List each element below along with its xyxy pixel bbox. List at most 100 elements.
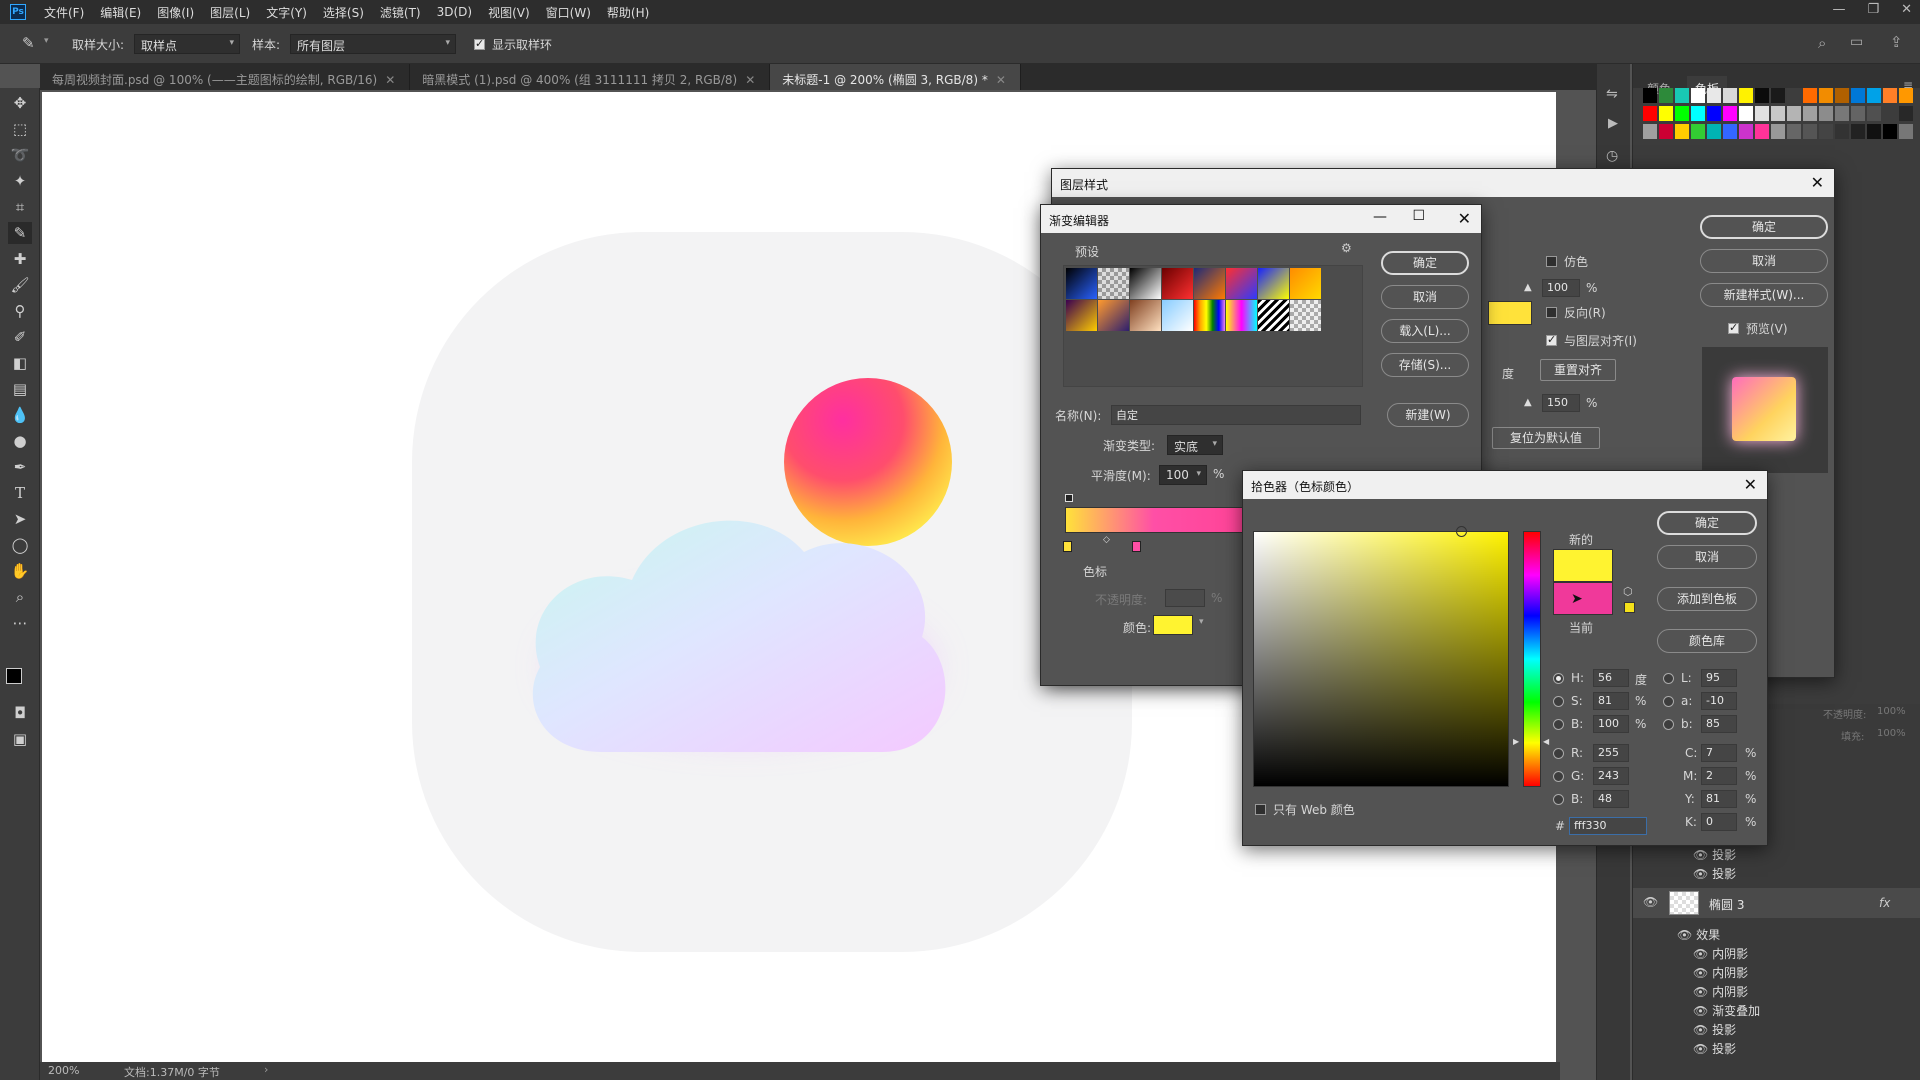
radio-s[interactable] — [1553, 696, 1564, 707]
radio-r[interactable] — [1553, 748, 1564, 759]
sample-select[interactable]: 所有图层 ▾ — [290, 34, 456, 54]
save-button[interactable]: 存储(S)... — [1381, 353, 1469, 377]
more-tools-icon[interactable]: ⋯ — [8, 612, 32, 634]
brush-tool-icon[interactable]: 🖌 — [8, 274, 32, 296]
swatch[interactable] — [1691, 88, 1705, 103]
minimize-icon[interactable]: — — [1373, 209, 1387, 225]
swatch[interactable] — [1755, 88, 1769, 103]
swatch[interactable] — [1899, 88, 1913, 103]
swatch[interactable] — [1707, 88, 1721, 103]
gradient-preset[interactable] — [1162, 300, 1193, 331]
swatch[interactable] — [1819, 106, 1833, 121]
swatch[interactable] — [1723, 124, 1737, 139]
fill-value[interactable]: 100% — [1877, 728, 1906, 739]
swatch[interactable] — [1739, 106, 1753, 121]
gear-icon[interactable]: ⚙ — [1341, 241, 1352, 255]
swatch[interactable] — [1883, 106, 1897, 121]
history-brush-icon[interactable]: ✐ — [8, 326, 32, 348]
swatch[interactable] — [1643, 88, 1657, 103]
quick-mask-icon[interactable]: ◘ — [8, 702, 32, 724]
menu-help[interactable]: 帮助(H) — [599, 4, 657, 21]
swatch[interactable] — [1691, 124, 1705, 139]
reset-align-button[interactable]: 重置对齐 — [1540, 359, 1616, 381]
share-icon[interactable]: ⇪ — [1890, 33, 1903, 51]
chevron-down-icon[interactable]: ▾ — [1199, 617, 1204, 627]
swatch[interactable] — [1787, 124, 1801, 139]
menu-file[interactable]: 文件(F) — [36, 4, 92, 21]
add-to-swatches-button[interactable]: 添加到色板 — [1657, 587, 1757, 611]
swatch[interactable] — [1739, 88, 1753, 103]
hue-slider[interactable] — [1523, 531, 1541, 787]
blur-tool-icon[interactable]: 💧 — [8, 404, 32, 426]
swatch[interactable] — [1739, 124, 1753, 139]
gradient-preset[interactable] — [1066, 300, 1097, 331]
menu-window[interactable]: 窗口(W) — [538, 4, 599, 21]
close-icon[interactable]: ✕ — [996, 73, 1006, 87]
fx-icon[interactable]: fx — [1879, 896, 1890, 910]
screen-mode-icon[interactable]: ▣ — [8, 728, 32, 750]
swatch[interactable] — [1707, 106, 1721, 121]
swatch[interactable] — [1819, 88, 1833, 103]
hue-arrow-left-icon[interactable]: ▶ — [1513, 737, 1519, 746]
gradient-preset[interactable] — [1226, 268, 1257, 299]
radio-g[interactable] — [1553, 771, 1564, 782]
load-button[interactable]: 载入(L)... — [1381, 319, 1469, 343]
gradient-tool-icon[interactable]: ▤ — [8, 378, 32, 400]
current-color-swatch[interactable] — [1553, 582, 1613, 615]
swatch[interactable] — [1803, 124, 1817, 139]
swatch[interactable] — [1851, 106, 1865, 121]
gradient-preset[interactable] — [1130, 300, 1161, 331]
workspace-icon[interactable]: ▭ — [1850, 34, 1863, 50]
gradient-preset[interactable] — [1226, 300, 1257, 331]
name-field[interactable]: 自定 — [1111, 405, 1361, 425]
swatch[interactable] — [1675, 106, 1689, 121]
hue-arrow-right-icon[interactable]: ◀ — [1543, 737, 1549, 746]
eyedropper-tool-icon[interactable]: ✎ — [22, 34, 35, 52]
midpoint-diamond-icon[interactable]: ◇ — [1103, 535, 1110, 545]
actions-play-icon[interactable]: ▶ — [1608, 116, 1618, 131]
menu-3d[interactable]: 3D(D) — [429, 5, 480, 19]
swatch[interactable] — [1851, 88, 1865, 103]
swatch[interactable] — [1867, 106, 1881, 121]
foreground-color-swatch[interactable] — [6, 668, 22, 684]
tab-document-3[interactable]: 未标题-1 @ 200% (椭圆 3, RGB/8) * ✕ — [770, 64, 1021, 90]
swatch[interactable] — [1659, 124, 1673, 139]
swatch[interactable] — [1803, 106, 1817, 121]
minimize-icon[interactable]: — — [1832, 2, 1845, 17]
clock-icon[interactable]: ◷ — [1606, 148, 1618, 164]
stamp-tool-icon[interactable]: ⚲ — [8, 300, 32, 322]
gradient-preset[interactable] — [1098, 300, 1129, 331]
color-libraries-button[interactable]: 颜色库 — [1657, 629, 1757, 653]
ellipse-tool-icon[interactable]: ◯ — [8, 534, 32, 556]
menu-select[interactable]: 选择(S) — [315, 4, 372, 21]
swatch[interactable] — [1723, 88, 1737, 103]
layer-row-ellipse-3[interactable]: 👁 椭圆 3 fx — [1633, 888, 1920, 918]
cancel-button[interactable]: 取消 — [1381, 285, 1469, 309]
eyedropper-tool-icon[interactable]: ✎ — [8, 222, 32, 244]
pen-tool-icon[interactable]: ✒ — [8, 456, 32, 478]
swatch[interactable] — [1675, 124, 1689, 139]
swatch[interactable] — [1675, 88, 1689, 103]
color-stop-yellow[interactable] — [1063, 541, 1072, 552]
ok-button[interactable]: 确定 — [1700, 215, 1828, 239]
g-field[interactable]: 243 — [1593, 767, 1629, 785]
effects-header[interactable]: 👁 效果 — [1677, 926, 1760, 945]
color-field-cursor[interactable] — [1456, 526, 1467, 537]
preview-checkbox[interactable] — [1728, 321, 1739, 335]
restore-icon[interactable]: ❐ — [1867, 2, 1879, 17]
crop-tool-icon[interactable]: ⌗ — [8, 196, 32, 218]
gradient-preset[interactable] — [1066, 268, 1097, 299]
gradient-preview[interactable] — [1488, 301, 1532, 325]
web-safe-swatch[interactable] — [1624, 602, 1635, 613]
gradient-preset[interactable] — [1194, 300, 1225, 331]
eraser-tool-icon[interactable]: ◧ — [8, 352, 32, 374]
swatch[interactable] — [1819, 124, 1833, 139]
gradient-preset[interactable] — [1258, 268, 1289, 299]
swatch[interactable] — [1899, 124, 1913, 139]
swatch[interactable] — [1851, 124, 1865, 139]
h-field[interactable]: 56 — [1593, 669, 1629, 687]
list-item[interactable]: 👁 投影 — [1693, 865, 1736, 884]
ok-button[interactable]: 确定 — [1381, 251, 1469, 275]
cancel-button[interactable]: 取消 — [1657, 545, 1757, 569]
list-item[interactable]: 👁 投影 — [1677, 1021, 1760, 1040]
